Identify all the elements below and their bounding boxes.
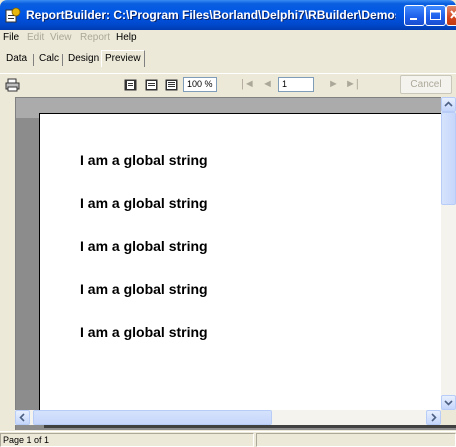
preview-viewport[interactable]: I am a global string I am a global strin… [15, 97, 456, 430]
app-icon[interactable] [5, 7, 21, 23]
chevron-down-icon [444, 400, 453, 406]
report-line: I am a global string [80, 324, 208, 340]
menu-edit[interactable]: Edit [27, 32, 44, 43]
menu-file[interactable]: File [3, 32, 19, 43]
tab-calc[interactable]: Calc [36, 53, 62, 64]
report-line: I am a global string [80, 281, 208, 297]
status-page-text: Page 1 of 1 [0, 433, 254, 447]
printer-icon[interactable] [5, 78, 20, 92]
menu-bar: File Edit View Report Help [0, 30, 456, 46]
title-bar[interactable]: ReportBuilder: C:\Program Files\Borland\… [0, 0, 456, 30]
minimize-button[interactable] [404, 5, 425, 26]
close-button[interactable] [446, 5, 456, 26]
next-page-button[interactable]: ► [328, 78, 339, 90]
vertical-scroll-thumb[interactable] [441, 112, 456, 205]
tab-separator [33, 54, 34, 66]
scroll-left-button[interactable] [15, 410, 30, 425]
menu-report[interactable]: Report [80, 32, 110, 43]
tab-design[interactable]: Design [65, 53, 102, 64]
last-page-button[interactable]: ►| [345, 78, 359, 90]
reportbuilder-window: ReportBuilder: C:\Program Files\Borland\… [0, 0, 456, 447]
prev-page-button[interactable]: ◄ [262, 78, 273, 90]
100-percent-icon[interactable] [165, 79, 178, 91]
vertical-scrollbar[interactable] [441, 97, 456, 410]
report-line: I am a global string [80, 195, 208, 211]
report-line: I am a global string [80, 152, 208, 168]
maximize-icon [430, 10, 441, 20]
horizontal-scroll-thumb[interactable] [33, 410, 272, 425]
status-bar: Page 1 of 1 [0, 431, 456, 447]
tab-data[interactable]: Data [3, 53, 30, 64]
tab-preview[interactable]: Preview [101, 50, 145, 67]
minimize-icon [410, 18, 417, 20]
whole-page-icon[interactable] [124, 79, 137, 91]
report-page: I am a global string I am a global strin… [39, 113, 455, 423]
page-width-icon[interactable] [145, 79, 158, 91]
chevron-right-icon [431, 413, 437, 422]
scroll-right-button[interactable] [426, 410, 441, 425]
status-panel [256, 433, 456, 447]
report-line: I am a global string [80, 238, 208, 254]
first-page-button[interactable]: |◄ [241, 78, 255, 90]
maximize-button[interactable] [425, 5, 446, 26]
menu-view[interactable]: View [50, 32, 72, 43]
zoom-field[interactable]: 100 % [183, 77, 217, 92]
scroll-up-button[interactable] [441, 97, 456, 112]
tab-separator [62, 54, 63, 66]
scrollbar-corner [441, 410, 456, 425]
scroll-down-button[interactable] [441, 395, 456, 410]
left-margin-strip [0, 97, 15, 430]
close-icon [450, 10, 456, 19]
page-number-field[interactable]: 1 [278, 77, 314, 92]
chevron-left-icon [19, 413, 25, 422]
menu-help[interactable]: Help [116, 32, 137, 43]
horizontal-scrollbar[interactable] [15, 410, 441, 425]
tab-strip: Data Calc Design Preview [0, 50, 456, 70]
cancel-button[interactable]: Cancel [400, 75, 452, 94]
window-title: ReportBuilder: C:\Program Files\Borland\… [26, 8, 396, 22]
chevron-up-icon [444, 101, 453, 107]
preview-toolbar: 100 % |◄ ◄ 1 ► ►| Cancel [0, 73, 456, 96]
